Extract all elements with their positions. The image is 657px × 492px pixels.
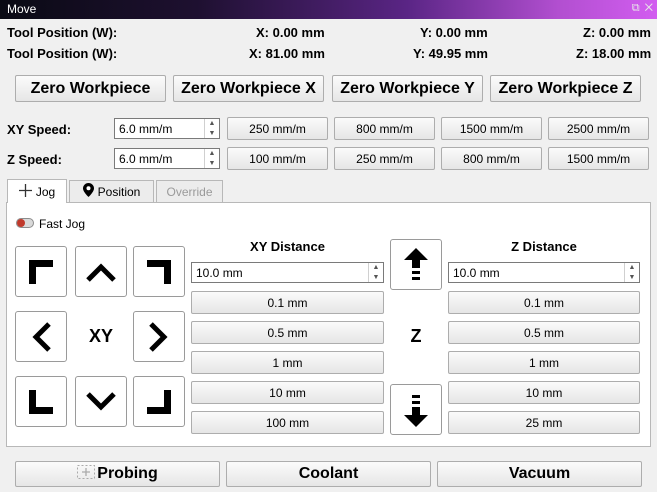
map-pin-icon [82, 183, 94, 200]
z-distance-preset-button[interactable]: 0.1 mm [448, 291, 640, 314]
window-title: Move [7, 2, 37, 16]
tool-position-label: Tool Position (W): [7, 25, 118, 40]
tool-position-z: Z: 0.00 mm [583, 25, 651, 40]
chevron-right-icon [148, 321, 170, 353]
fast-jog-toggle[interactable] [16, 218, 34, 228]
z-speed-label: Z Speed: [7, 152, 62, 167]
z-speed-preset-button[interactable]: 1500 mm/m [548, 147, 649, 170]
jog-up-right-button[interactable] [133, 246, 185, 297]
z-distance-preset-button[interactable]: 1 mm [448, 351, 640, 374]
xy-distance-preset-button[interactable]: 1 mm [191, 351, 384, 374]
zero-workpiece-z-button[interactable]: Zero Workpiece Z [490, 75, 641, 102]
xy-speed-value: 6.0 mm/m [119, 122, 173, 136]
corner-down-right-icon [147, 389, 171, 414]
spin-up-icon[interactable]: ▲ [369, 263, 383, 273]
xy-distance-title: XY Distance [250, 239, 325, 254]
tool-position-y: Y: 0.00 mm [420, 25, 488, 40]
spin-up-icon[interactable]: ▲ [205, 119, 219, 129]
spin-down-icon[interactable]: ▼ [625, 273, 639, 283]
xy-speed-spinbox[interactable]: 6.0 mm/m ▲ ▼ [114, 118, 220, 139]
xy-speed-preset-button[interactable]: 2500 mm/m [548, 117, 649, 140]
move-icon [18, 183, 32, 200]
z-speed-preset-button[interactable]: 800 mm/m [441, 147, 542, 170]
tab-jog[interactable]: Jog [7, 179, 67, 203]
tool-position-y: Y: 49.95 mm [413, 46, 488, 61]
xy-distance-preset-button[interactable]: 100 mm [191, 411, 384, 434]
tab-jog-label: Jog [35, 184, 56, 199]
spin-down-icon[interactable]: ▼ [369, 273, 383, 283]
corner-down-left-icon [29, 389, 53, 414]
tab-override-label: Override [166, 184, 213, 199]
z-distance-value: 10.0 mm [453, 266, 500, 280]
tool-position-label: Tool Position (W): [7, 46, 118, 61]
arrow-down-icon [404, 393, 428, 427]
coolant-button[interactable]: Coolant [226, 461, 431, 487]
zero-workpiece-x-button[interactable]: Zero Workpiece X [173, 75, 324, 102]
jog-right-button[interactable] [133, 311, 185, 362]
tool-position-z: Z: 18.00 mm [576, 46, 652, 61]
vacuum-button[interactable]: Vacuum [437, 461, 642, 487]
xy-center-label: XY [88, 326, 113, 346]
fast-jog-label: Fast Jog [39, 217, 86, 231]
xy-speed-label: XY Speed: [7, 122, 72, 137]
jog-down-right-button[interactable] [133, 376, 185, 427]
jog-down-button[interactable] [75, 376, 127, 427]
spin-down-icon[interactable]: ▼ [205, 159, 219, 169]
corner-up-left-icon [29, 259, 53, 284]
zero-workpiece-button[interactable]: Zero Workpiece [15, 75, 166, 102]
z-center-label: Z [410, 326, 422, 346]
tab-override[interactable]: Override [156, 180, 223, 202]
jog-up-left-button[interactable] [15, 246, 67, 297]
chevron-down-icon [85, 391, 117, 413]
jog-z-up-button[interactable] [390, 239, 442, 290]
jog-left-button[interactable] [15, 311, 67, 362]
jog-up-button[interactable] [75, 246, 127, 297]
z-speed-spinbox[interactable]: 6.0 mm/m ▲ ▼ [114, 148, 220, 169]
xy-distance-preset-button[interactable]: 0.1 mm [191, 291, 384, 314]
chevron-up-icon [85, 261, 117, 283]
chevron-left-icon [30, 321, 52, 353]
z-speed-preset-button[interactable]: 250 mm/m [334, 147, 435, 170]
window-controls-icon[interactable]: ⧉ ✕ [632, 2, 654, 15]
z-distance-spinbox[interactable]: 10.0 mm ▲ ▼ [448, 262, 640, 283]
probe-icon [77, 464, 96, 484]
jog-z-down-button[interactable] [390, 384, 442, 435]
z-distance-preset-button[interactable]: 25 mm [448, 411, 640, 434]
spin-up-icon[interactable]: ▲ [205, 149, 219, 159]
spin-up-icon[interactable]: ▲ [625, 263, 639, 273]
tool-position-x: X: 0.00 mm [256, 25, 325, 40]
z-distance-preset-button[interactable]: 0.5 mm [448, 321, 640, 344]
xy-speed-preset-button[interactable]: 800 mm/m [334, 117, 435, 140]
z-distance-preset-button[interactable]: 10 mm [448, 381, 640, 404]
z-speed-value: 6.0 mm/m [119, 152, 173, 166]
xy-speed-preset-button[interactable]: 250 mm/m [227, 117, 328, 140]
spin-down-icon[interactable]: ▼ [205, 129, 219, 139]
z-speed-preset-button[interactable]: 100 mm/m [227, 147, 328, 170]
probing-button[interactable]: Probing [15, 461, 220, 487]
title-bar: Move ⧉ ✕ [0, 0, 657, 19]
corner-up-right-icon [147, 259, 171, 284]
tool-position-x: X: 81.00 mm [249, 46, 325, 61]
tab-position-label: Position [97, 184, 141, 199]
arrow-up-icon [404, 247, 428, 282]
xy-distance-value: 10.0 mm [196, 266, 243, 280]
zero-workpiece-y-button[interactable]: Zero Workpiece Y [332, 75, 483, 102]
xy-speed-preset-button[interactable]: 1500 mm/m [441, 117, 542, 140]
xy-distance-preset-button[interactable]: 0.5 mm [191, 321, 384, 344]
xy-distance-preset-button[interactable]: 10 mm [191, 381, 384, 404]
z-distance-title: Z Distance [511, 239, 577, 254]
jog-down-left-button[interactable] [15, 376, 67, 427]
probing-label: Probing [97, 465, 158, 482]
tab-position[interactable]: Position [69, 180, 154, 202]
xy-distance-spinbox[interactable]: 10.0 mm ▲ ▼ [191, 262, 384, 283]
